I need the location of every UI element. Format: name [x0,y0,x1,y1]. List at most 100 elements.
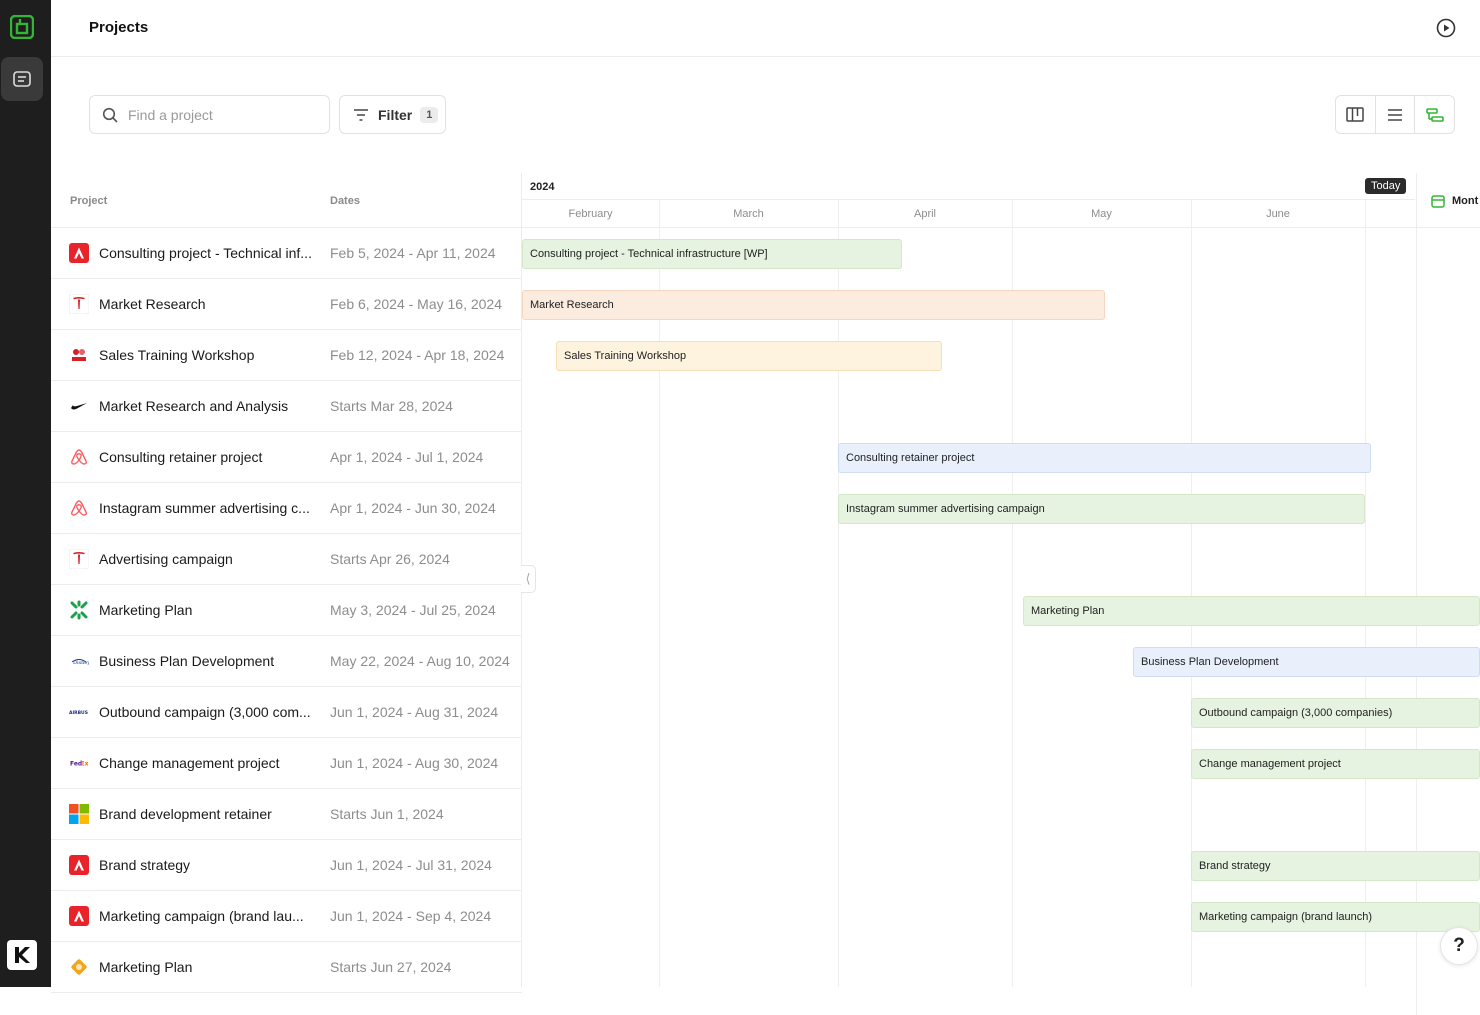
timeline-bar[interactable]: Instagram summer advertising campaign [838,494,1365,524]
project-dates: Feb 12, 2024 - Apr 18, 2024 [330,347,505,363]
project-row[interactable]: Consulting project - Technical inf... Feb… [51,228,522,279]
project-dates: Starts Jun 27, 2024 [330,959,452,975]
month-label: June [1266,208,1290,220]
project-name[interactable]: Marketing campaign (brand lau... [99,908,317,924]
sidebar [0,0,51,987]
project-dates: Apr 1, 2024 - Jul 1, 2024 [330,449,484,465]
list-view-icon [1388,108,1402,121]
timeline-bar[interactable]: Brand strategy [1191,851,1480,881]
timeline-bar[interactable]: Consulting retainer project [838,443,1371,473]
adobe-icon [69,906,89,926]
project-row[interactable]: Consulting retainer project Apr 1, 2024 -… [51,432,522,483]
project-name[interactable]: Sales Training Workshop [99,347,317,363]
airbnb-icon [69,498,89,518]
filter-button[interactable]: Filter 1 [339,95,446,134]
today-marker[interactable]: Today [1365,178,1407,194]
list-view-button[interactable] [1376,96,1416,133]
project-row[interactable]: Instagram summer advertising c... Apr 1, … [51,483,522,534]
help-button[interactable]: ? [1440,927,1478,965]
project-name[interactable]: Advertising campaign [99,551,317,567]
project-row[interactable]: Marketing Plan May 3, 2024 - Jul 25, 2024 [51,585,522,636]
adobe-icon [69,855,89,875]
month-label: March [733,208,764,220]
project-dates: Jun 1, 2024 - Aug 31, 2024 [330,704,499,720]
timeline-bar[interactable]: Market Research [522,290,1105,320]
project-row[interactable]: Market Research and Analysis Starts Mar 2… [51,381,522,432]
search-input[interactable] [128,106,308,123]
project-name[interactable]: Outbound campaign (3,000 com... [99,704,317,720]
project-row[interactable]: Fed Ex Change management project Jun 1, 202… [51,738,522,789]
app-logo-icon[interactable] [9,14,35,40]
collapse-panel-button[interactable]: ⟨ [521,565,536,593]
timeline-bar[interactable]: Marketing campaign (brand launch) [1191,902,1480,932]
timeline-bar[interactable]: Sales Training Workshop [556,341,942,371]
project-name[interactable]: Market Research and Analysis [99,398,317,414]
project-dates: Feb 5, 2024 - Apr 11, 2024 [330,245,496,261]
project-name[interactable]: Brand development retainer [99,806,317,822]
project-row[interactable]: Marketing campaign (brand lau... Jun 1, 2… [51,891,522,942]
project-row[interactable]: AIRBUS Outbound campaign (3,000 com... Jun… [51,687,522,738]
timeline-bar[interactable]: Change management project [1191,749,1480,779]
timeline-bar[interactable]: Marketing Plan [1023,596,1480,626]
search-icon [102,107,118,123]
board-view-button[interactable] [1336,96,1376,133]
svg-text:Disney: Disney [73,660,89,666]
filter-count-badge: 1 [420,106,439,123]
project-name[interactable]: Change management project [99,755,317,771]
column-header-project[interactable]: Project [70,195,107,207]
timeline-bar[interactable]: Business Plan Development [1133,647,1480,677]
project-dates: Starts Jun 1, 2024 [330,806,444,822]
project-row[interactable]: Brand development retainer Starts Jun 1, … [51,789,522,840]
project-name[interactable]: Instagram summer advertising c... [99,500,317,516]
fedex-icon: Fed Ex [69,753,89,773]
adobe-icon [69,243,89,263]
diamond-icon [69,957,89,977]
project-row[interactable]: Market Research Feb 6, 2024 - May 16, 202… [51,279,522,330]
svg-text:AIRBUS: AIRBUS [69,710,88,716]
nevok-icon [69,345,89,365]
project-dates: Starts Mar 28, 2024 [330,398,453,414]
projects-nav-button[interactable] [1,57,43,101]
search-box[interactable] [89,95,330,134]
project-name[interactable]: Consulting retainer project [99,449,317,465]
timeline-view-button[interactable] [1415,96,1454,133]
airbnb-icon [69,447,89,467]
workspace-logo-icon[interactable] [7,940,37,970]
project-name[interactable]: Marketing Plan [99,959,317,975]
project-name[interactable]: Marketing Plan [99,602,317,618]
zoom-month-button[interactable]: Mont [1416,173,1480,228]
project-dates: Jun 1, 2024 - Sep 4, 2024 [330,908,492,924]
timeline-view-icon [1425,107,1444,122]
project-dates: May 22, 2024 - Aug 10, 2024 [330,653,510,669]
project-name[interactable]: Market Research [99,296,317,312]
timeline-header: 2024 February March April May June Today… [522,173,1480,228]
project-name[interactable]: Brand strategy [99,857,317,873]
board-view-icon [1346,106,1365,122]
projects-icon [13,71,31,87]
play-icon[interactable] [1436,18,1456,38]
project-dates: Feb 6, 2024 - May 16, 2024 [330,296,502,312]
project-row[interactable]: Advertising campaign Starts Apr 26, 2024 [51,534,522,585]
filter-label: Filter [378,106,413,123]
disney-icon: Disney [69,651,89,671]
project-dates: Apr 1, 2024 - Jun 30, 2024 [330,500,496,516]
nike-icon [69,396,89,416]
timeline-bar[interactable]: Outbound campaign (3,000 companies) [1191,698,1480,728]
project-row[interactable]: Disney Business Plan Development May 22, 2… [51,636,522,687]
top-bar: Projects [51,0,1480,57]
microsoft-icon [69,804,89,824]
column-header-dates[interactable]: Dates [330,195,360,207]
project-dates: Jun 1, 2024 - Jul 31, 2024 [330,857,492,873]
project-row[interactable]: Marketing Plan Starts Jun 27, 2024 [51,942,522,993]
project-name[interactable]: Business Plan Development [99,653,317,669]
timeline-year: 2024 [530,181,555,193]
project-row[interactable]: Sales Training Workshop Feb 12, 2024 - Ap… [51,330,522,381]
airbus-icon: AIRBUS [69,702,89,722]
timeline-bar[interactable]: Consulting project - Technical infrastru… [522,239,902,269]
project-dates: Starts Apr 26, 2024 [330,551,450,567]
project-name[interactable]: Consulting project - Technical inf... [99,245,317,261]
project-row[interactable]: Brand strategy Jun 1, 2024 - Jul 31, 2024 [51,840,522,891]
page-title: Projects [89,19,149,36]
month-label: February [568,208,613,220]
zoom-label: Mont [1452,194,1479,207]
